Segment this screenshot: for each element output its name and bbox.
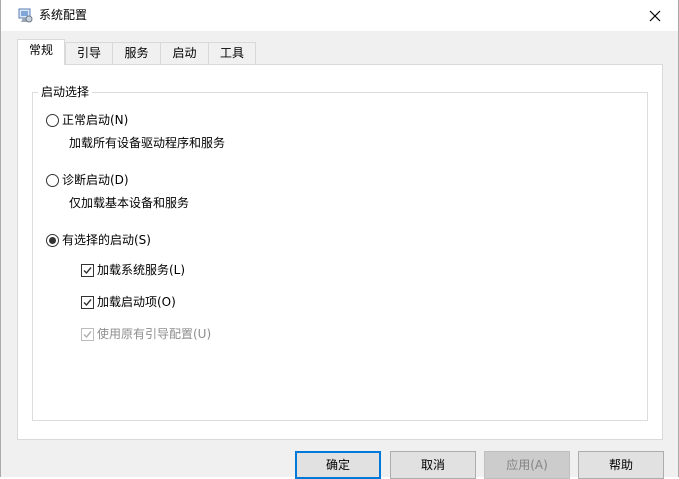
diagnostic-startup-description: 仅加载基本设备和服务 [69, 196, 190, 210]
checkmark-icon [83, 267, 92, 275]
tab-services[interactable]: 服务 [112, 42, 161, 64]
window-title: 系统配置 [39, 8, 88, 22]
system-configuration-dialog: 系统配置 常规 引导 服务 启动 工具 启动选择 正常启动(N) 加载所有设备驱… [0, 0, 679, 479]
title-bar[interactable]: 系统配置 [1, 0, 678, 31]
diagnostic-startup-radio[interactable] [46, 174, 59, 187]
normal-startup-radio[interactable] [46, 114, 59, 127]
ok-button[interactable]: 确定 [295, 451, 381, 479]
normal-startup-label[interactable]: 正常启动(N) [62, 112, 128, 128]
group-legend: 启动选择 [38, 84, 93, 100]
radio-selected-dot [49, 237, 56, 244]
tab-boot[interactable]: 引导 [65, 42, 113, 64]
close-button[interactable] [632, 0, 678, 31]
use-original-boot-config-label: 使用原有引导配置(U) [97, 327, 212, 341]
load-startup-items-label[interactable]: 加载启动项(O) [97, 294, 176, 310]
use-original-boot-config-checkbox [81, 328, 94, 341]
tab-general[interactable]: 常规 [17, 39, 65, 65]
checkmark-icon [83, 331, 92, 339]
checkmark-icon [83, 299, 92, 307]
cancel-button[interactable]: 取消 [390, 451, 476, 479]
tab-startup[interactable]: 启动 [160, 42, 209, 64]
tab-tools[interactable]: 工具 [208, 42, 256, 64]
load-startup-items-checkbox[interactable] [81, 296, 94, 309]
selective-startup-radio[interactable] [46, 234, 59, 247]
load-system-services-label[interactable]: 加载系统服务(L) [97, 262, 185, 278]
normal-startup-description: 加载所有设备驱动程序和服务 [69, 136, 226, 150]
msconfig-icon [17, 7, 33, 23]
diagnostic-startup-label[interactable]: 诊断启动(D) [62, 172, 129, 188]
selective-startup-label[interactable]: 有选择的启动(S) [62, 232, 151, 248]
help-button[interactable]: 帮助 [578, 451, 664, 479]
load-system-services-checkbox[interactable] [81, 264, 94, 277]
close-icon [649, 10, 661, 21]
apply-button: 应用(A) [484, 451, 570, 479]
